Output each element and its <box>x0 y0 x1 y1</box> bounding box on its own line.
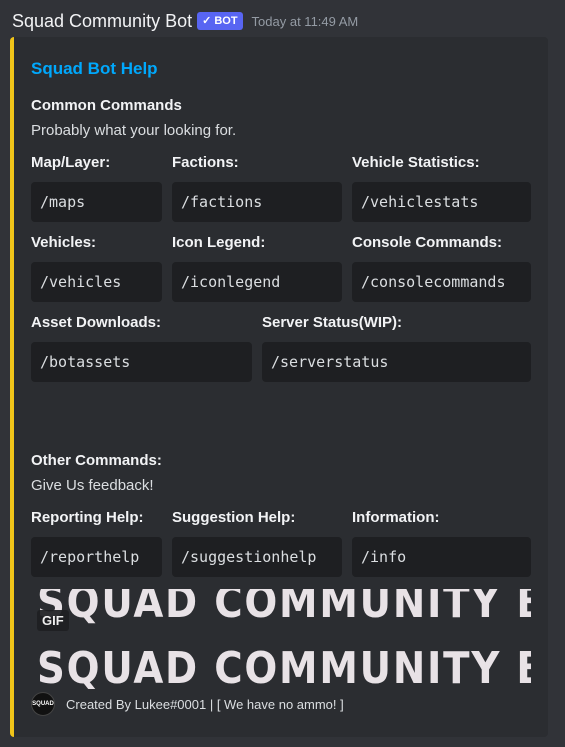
other-commands-subtitle: Give Us feedback! <box>31 477 154 494</box>
command-factions: /factions <box>172 182 342 222</box>
field-console-commands-label: Console Commands: <box>352 234 503 251</box>
gif-banner-text-bottom: SQUAD COMMUNITY BOT <box>37 643 531 689</box>
field-vehicles-label: Vehicles: <box>31 234 97 251</box>
field-information-label: Information: <box>352 509 440 526</box>
embed-title: Squad Bot Help <box>31 59 158 78</box>
gif-badge: GIF <box>37 610 69 631</box>
command-botassets: /botassets <box>31 342 252 382</box>
command-info: /info <box>352 537 531 577</box>
field-map-layer-label: Map/Layer: <box>31 154 111 171</box>
message-header: Squad Community Bot ✓ BOT Today at 11:49… <box>12 9 358 33</box>
field-icon-legend-label: Icon Legend: <box>172 234 266 251</box>
author-name[interactable]: Squad Community Bot <box>12 11 192 32</box>
other-commands-heading: Other Commands: <box>31 452 162 469</box>
field-reporting-help-label: Reporting Help: <box>31 509 144 526</box>
command-serverstatus: /serverstatus <box>262 342 531 382</box>
field-factions-label: Factions: <box>172 154 239 171</box>
command-iconlegend: /iconlegend <box>172 262 342 302</box>
gif-banner-text-top: SQUAD COMMUNITY BOT <box>37 589 531 628</box>
embed-gif-image[interactable]: SQUAD COMMUNITY BOT SQUAD COMMUNITY BOT … <box>31 589 531 689</box>
message-timestamp[interactable]: Today at 11:49 AM <box>252 14 359 29</box>
verified-check-icon: ✓ <box>202 15 212 27</box>
field-suggestion-help-label: Suggestion Help: <box>172 509 296 526</box>
command-consolecommands: /consolecommands <box>352 262 531 302</box>
bot-badge-label: BOT <box>214 15 238 27</box>
command-maps: /maps <box>31 182 162 222</box>
field-server-status-label: Server Status(WIP): <box>262 314 403 331</box>
footer-logo-icon: SQUAD <box>31 692 55 716</box>
field-asset-downloads-label: Asset Downloads: <box>31 314 162 331</box>
common-commands-subtitle: Probably what your looking for. <box>31 122 237 139</box>
embed-footer: SQUAD Created By Lukee#0001 | [ We have … <box>31 691 344 717</box>
command-suggestionhelp: /suggestionhelp <box>172 537 342 577</box>
command-reporthelp: /reporthelp <box>31 537 162 577</box>
command-vehicles: /vehicles <box>31 262 162 302</box>
help-embed: Squad Bot Help Common Commands Probably … <box>10 37 548 737</box>
field-vehicle-statistics-label: Vehicle Statistics: <box>352 154 480 171</box>
footer-text: Created By Lukee#0001 | [ We have no amm… <box>66 696 344 712</box>
bot-badge: ✓ BOT <box>197 12 243 30</box>
command-vehiclestats: /vehiclestats <box>352 182 531 222</box>
common-commands-heading: Common Commands <box>31 97 182 114</box>
